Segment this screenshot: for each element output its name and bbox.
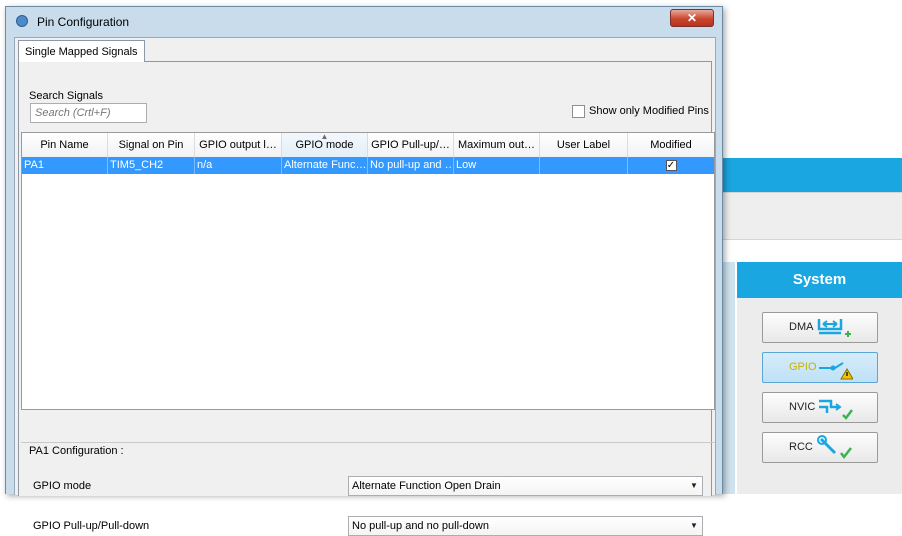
pull-value: No pull-up and no pull-down — [352, 520, 489, 532]
chevron-down-icon: ▼ — [690, 481, 698, 490]
cell-pin: PA1 — [22, 157, 108, 174]
pull-select[interactable]: No pull-up and no pull-down ▼ — [348, 516, 703, 536]
dialog-client-area: Single Mapped Signals Search Signals Sho… — [14, 37, 716, 536]
column-header-signal[interactable]: Signal on Pin — [108, 133, 195, 157]
background-toolbar-band — [715, 192, 902, 240]
tab-panel: Search Signals Show only Modified Pins P… — [18, 61, 715, 536]
column-header-pin-name[interactable]: Pin Name — [22, 133, 108, 157]
dialog-title: Pin Configuration — [37, 15, 130, 29]
gpio-mode-label: GPIO mode — [33, 480, 92, 492]
config-section-title: PA1 Configuration : — [29, 445, 124, 457]
cell-output-level: n/a — [195, 157, 282, 174]
cell-modified: ✓ — [628, 157, 714, 174]
dma-button[interactable]: DMA — [762, 312, 878, 343]
cell-gpio-mode: Alternate Func… — [282, 157, 368, 174]
gpio-button-label: GPIO — [789, 361, 817, 373]
gpio-mode-value: Alternate Function Open Drain — [352, 480, 501, 492]
background-header-band — [715, 158, 902, 192]
system-header: System — [737, 262, 902, 298]
close-icon: ✕ — [686, 11, 698, 25]
rcc-button-label: RCC — [789, 441, 813, 453]
gpio-mode-select[interactable]: Alternate Function Open Drain ▼ — [348, 476, 703, 496]
pin-table: Pin Name Signal on Pin GPIO output l… ▲ … — [21, 132, 715, 410]
column-header-output-level[interactable]: GPIO output l… — [195, 133, 282, 157]
gpio-warning-icon — [819, 362, 853, 380]
close-button[interactable]: ✕ — [670, 9, 714, 27]
chevron-down-icon: ▼ — [690, 521, 698, 530]
show-modified-checkbox[interactable] — [572, 105, 585, 118]
pull-label: GPIO Pull-up/Pull-down — [33, 520, 150, 532]
show-modified-label: Show only Modified Pins — [589, 105, 709, 117]
table-row[interactable]: PA1 TIM5_CH2 n/a Alternate Func… No pull… — [22, 157, 714, 174]
search-input[interactable] — [30, 103, 147, 123]
dialog-titlebar[interactable]: Pin Configuration ✕ — [6, 7, 722, 37]
system-panel: System DMA GPIO NVIC RCC — [737, 262, 902, 494]
cell-user-label — [540, 157, 628, 174]
cell-max-speed: Low — [454, 157, 540, 174]
dma-icon — [817, 319, 851, 337]
column-header-modified[interactable]: Modified — [628, 133, 714, 157]
pin-configuration-dialog: Pin Configuration ✕ Single Mapped Signal… — [5, 6, 723, 536]
dma-button-label: DMA — [789, 321, 814, 333]
app-icon — [16, 15, 28, 27]
cell-signal: TIM5_CH2 — [108, 157, 195, 174]
sort-ascending-icon: ▲ — [320, 133, 329, 141]
rcc-button[interactable]: RCC — [762, 432, 878, 463]
modified-checkbox[interactable]: ✓ — [665, 159, 677, 171]
nvic-button-label: NVIC — [789, 401, 816, 413]
column-header-user-label[interactable]: User Label — [540, 133, 628, 157]
rcc-wrench-check-icon — [817, 435, 852, 460]
tab-single-mapped-signals[interactable]: Single Mapped Signals — [18, 40, 145, 62]
search-label: Search Signals — [29, 90, 103, 102]
column-header-gpio-mode[interactable]: ▲ GPIO mode — [282, 133, 368, 157]
column-header-pull[interactable]: GPIO Pull-up/… — [368, 133, 454, 157]
cell-pull: No pull-up and … — [368, 157, 454, 174]
nvic-check-icon — [819, 399, 853, 420]
table-header: Pin Name Signal on Pin GPIO output l… ▲ … — [22, 133, 714, 158]
config-separator — [21, 442, 715, 443]
column-header-max-speed[interactable]: Maximum out… — [454, 133, 540, 157]
gpio-button[interactable]: GPIO — [762, 352, 878, 383]
nvic-button[interactable]: NVIC — [762, 392, 878, 423]
